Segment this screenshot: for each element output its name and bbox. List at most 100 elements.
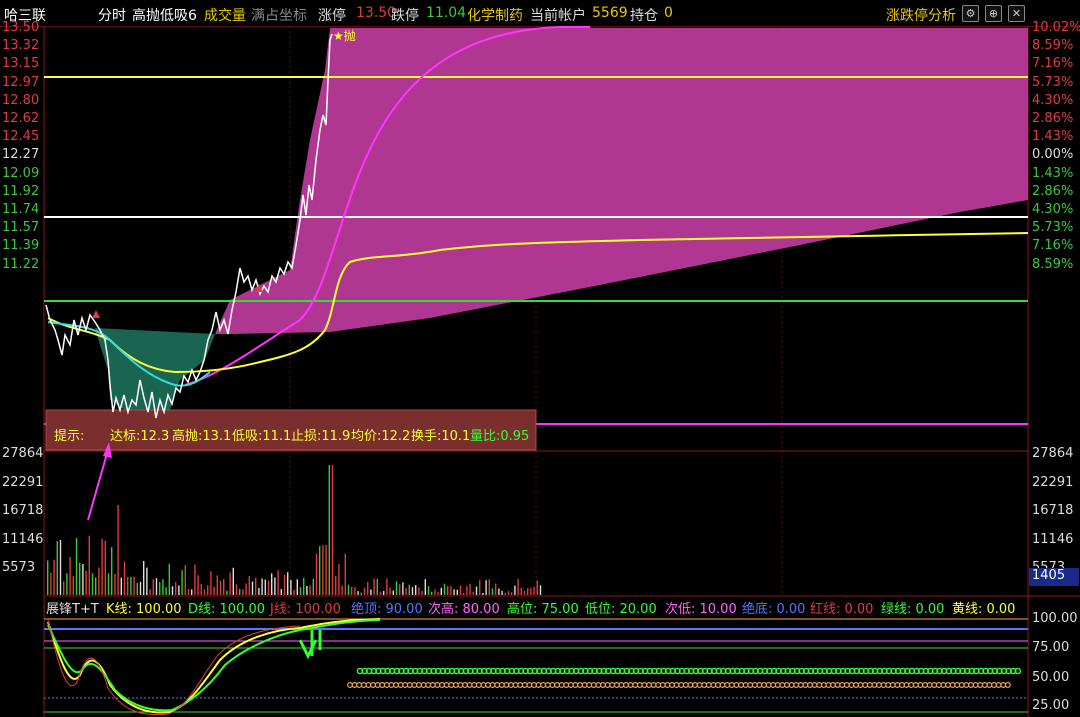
volume-bar [456,589,458,595]
hint-arrow [87,449,109,521]
price-tick-right: 1.43% [1032,165,1074,181]
volume-bar [184,565,186,595]
volume-bar [402,582,404,595]
volume-bar [495,583,497,595]
volume-bar [453,589,455,595]
price-tick-right: 10.02% [1032,20,1080,35]
volume-bar [322,545,324,595]
volume-bar [488,579,490,595]
price-tick-right: 8.59% [1032,256,1074,272]
current-volume-badge: 1405 [1029,568,1079,586]
price-tick-left: 12.80 [2,92,40,108]
volume-bar [255,577,257,595]
kdj-tick: 50.00 [1032,670,1070,685]
volume-bar [82,564,84,595]
volume-bar [319,546,321,595]
price-tick-left: 12.62 [2,111,40,126]
volume-bar [427,586,430,595]
volume-bar [415,585,417,595]
volume-bar [357,591,359,595]
volume-bar [213,586,215,595]
volume-bar [383,590,385,595]
volume-bar [197,575,199,595]
volume-bar [85,570,87,595]
volume-bar [235,584,238,595]
volume-tick-right: 16718 [1032,503,1074,518]
price-tick-left: 11.57 [2,220,40,236]
volume-bar [229,572,231,595]
volume-bar [296,579,298,595]
volume-bar [517,578,519,595]
volume-bar [536,580,538,595]
volume-bar [450,585,452,595]
volume-tick-left: 27864 [2,446,44,461]
volume-bar [367,582,369,595]
volume-bar [47,560,49,595]
volume-tick-left: 11146 [2,531,44,547]
volume-tick-left: 5573 [2,560,36,575]
kdj-title[interactable]: 展锋T+T [46,598,99,617]
volume-bar [95,577,97,595]
volume-bar [376,578,378,595]
volume-bar [386,578,388,595]
volume-bar [203,589,206,595]
volume-bar [437,592,439,595]
volume-bar [395,581,398,595]
volume-bar [312,578,314,595]
volume-bar [251,581,254,595]
volume-bar [191,589,193,595]
volume-bar [504,592,506,595]
price-tick-right: 2.86% [1032,111,1074,126]
volume-bar [277,570,279,595]
hint-ratio: 量比:0.95 [470,429,530,444]
volume-bar [351,586,353,595]
kdj-low: 低位: 20.00 [585,602,657,617]
volume-bar [117,505,119,595]
hint-low-buy: 低吸:11.1 [232,429,292,444]
volume-bar [130,576,132,595]
kdj-signal-dots [347,667,1022,688]
volume-bar [344,553,346,595]
price-tick-left: 11.92 [2,183,40,199]
volume-bar [72,576,74,595]
volume-bar [482,592,484,595]
volume-bar [53,559,55,595]
volume-bar [469,583,471,595]
price-tick-right: 8.59% [1032,38,1074,54]
price-tick-left: 12.09 [2,165,40,181]
volume-bar [290,579,292,595]
volume-bar [507,591,510,595]
volume-bar [75,538,78,595]
volume-bar [443,583,446,595]
volume-bar [299,587,302,595]
volume-bar [431,591,433,595]
kdj-top: 绝顶: 90.00 [351,602,423,617]
volume-bar [389,587,391,595]
price-tick-left: 11.74 [2,202,40,217]
volume-bar [120,577,122,595]
volume-bar [315,553,318,595]
volume-bar [104,540,106,595]
volume-bar [306,586,308,595]
volume-tick-left: 22291 [2,474,44,490]
volume-bar [424,579,426,595]
volume-bar [101,538,103,595]
price-tick-right: 5.73% [1032,74,1074,90]
volume-bar [216,575,218,595]
price-tick-left: 11.22 [2,256,40,272]
volume-bar [287,572,289,595]
volume-bar [139,581,142,595]
volume-bar [258,587,260,595]
volume-bar [399,584,401,595]
volume-bar [210,571,212,595]
sell-marker: ★抛 [333,28,356,43]
hint-turnover: 换手:10.1 [411,429,471,444]
kdj-yellow-line: 黄线: 0.00 [952,602,1016,617]
volume-bar [293,589,295,595]
price-tick-right: 5.73% [1032,220,1074,236]
low-buy-zone [95,328,215,418]
volume-bar [527,588,529,595]
volume-bar [440,587,442,595]
volume-bar [219,580,222,595]
volume-bar [475,586,478,595]
